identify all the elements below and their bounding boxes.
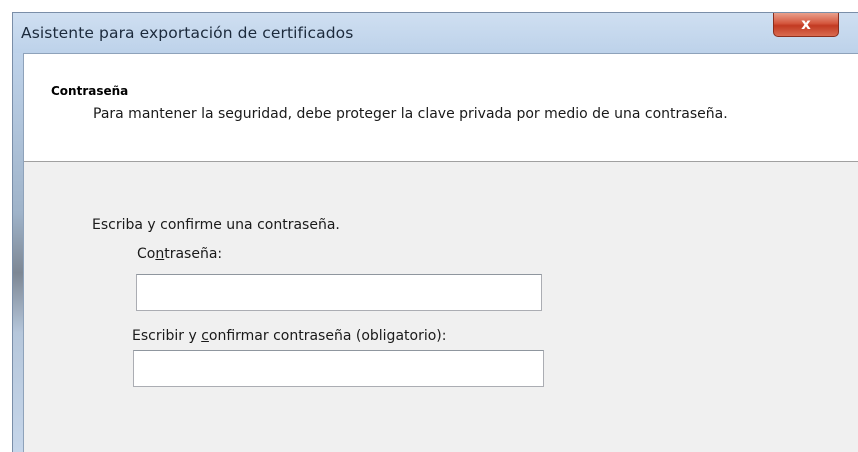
window-title: Asistente para exportación de certificad…	[21, 24, 354, 42]
close-button[interactable]: x	[773, 13, 839, 37]
title-bar[interactable]: Asistente para exportación de certificad…	[13, 13, 858, 53]
wizard-header-panel: Contraseña Para mantener la seguridad, d…	[24, 54, 858, 162]
confirm-password-label: Escribir y confirmar contraseña (obligat…	[132, 328, 447, 344]
confirm-password-input[interactable]	[133, 350, 544, 387]
section-description: Para mantener la seguridad, debe protege…	[93, 106, 728, 122]
close-icon: x	[801, 15, 811, 33]
export-certificate-wizard-window: Asistente para exportación de certificad…	[12, 12, 858, 452]
instruction-text: Escriba y confirme una contraseña.	[92, 217, 340, 233]
window-frame-left	[13, 53, 23, 452]
section-title: Contraseña	[51, 84, 129, 98]
password-input[interactable]	[136, 274, 542, 311]
password-label: Contraseña:	[137, 246, 223, 262]
wizard-content: Contraseña Para mantener la seguridad, d…	[23, 53, 858, 452]
